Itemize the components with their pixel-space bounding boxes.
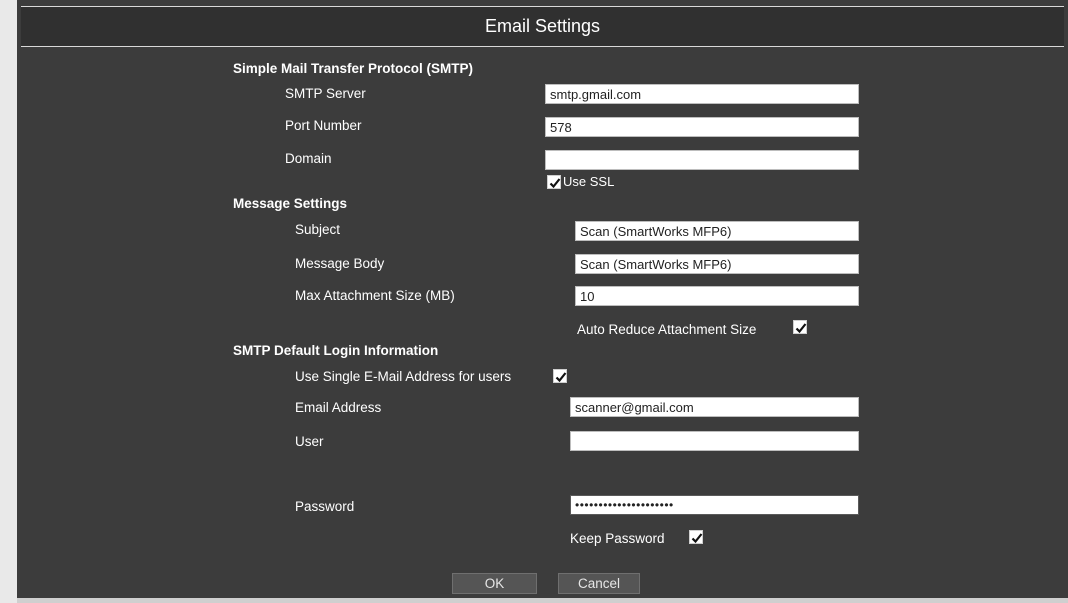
checkmark-icon — [555, 372, 567, 383]
keep-password-checkbox[interactable] — [689, 530, 703, 544]
smtp-section-heading: Simple Mail Transfer Protocol (SMTP) — [233, 61, 474, 76]
checkmark-icon — [549, 178, 561, 189]
dialog-content: Simple Mail Transfer Protocol (SMTP) SMT… — [17, 0, 1068, 603]
max-attachment-size-input[interactable] — [575, 286, 859, 306]
message-body-label: Message Body — [295, 256, 385, 271]
keep-password-label: Keep Password — [570, 531, 665, 546]
max-attachment-size-label: Max Attachment Size (MB) — [295, 288, 455, 303]
user-input[interactable] — [570, 431, 859, 451]
use-ssl-checkbox[interactable] — [547, 175, 561, 189]
domain-input[interactable] — [545, 150, 859, 170]
message-body-input[interactable] — [575, 254, 859, 274]
message-section-heading: Message Settings — [233, 196, 348, 211]
checkmark-icon — [691, 533, 703, 544]
subject-label: Subject — [295, 222, 341, 237]
ok-button[interactable]: OK — [452, 573, 537, 594]
subject-input[interactable] — [575, 221, 859, 241]
password-label: Password — [295, 499, 355, 514]
auto-reduce-checkbox[interactable] — [793, 320, 807, 334]
auto-reduce-label: Auto Reduce Attachment Size — [577, 322, 757, 337]
use-ssl-label: Use SSL — [563, 174, 615, 189]
single-email-checkbox[interactable] — [553, 369, 567, 383]
bottom-divider — [17, 598, 1068, 603]
port-number-input[interactable] — [545, 117, 859, 137]
smtp-server-input[interactable] — [545, 84, 859, 104]
email-address-label: Email Address — [295, 400, 382, 415]
login-section-heading: SMTP Default Login Information — [233, 343, 439, 358]
domain-label: Domain — [285, 151, 332, 166]
password-input[interactable] — [570, 495, 859, 515]
checkmark-icon — [795, 323, 807, 334]
single-email-label: Use Single E-Mail Address for users — [295, 369, 512, 384]
user-label: User — [295, 434, 324, 449]
background-strip — [0, 0, 17, 603]
smtp-server-label: SMTP Server — [285, 86, 366, 101]
email-address-input[interactable] — [570, 397, 859, 417]
port-number-label: Port Number — [285, 118, 362, 133]
email-settings-dialog: Email Settings Simple Mail Transfer Prot… — [17, 0, 1068, 603]
cancel-button[interactable]: Cancel — [558, 573, 640, 594]
